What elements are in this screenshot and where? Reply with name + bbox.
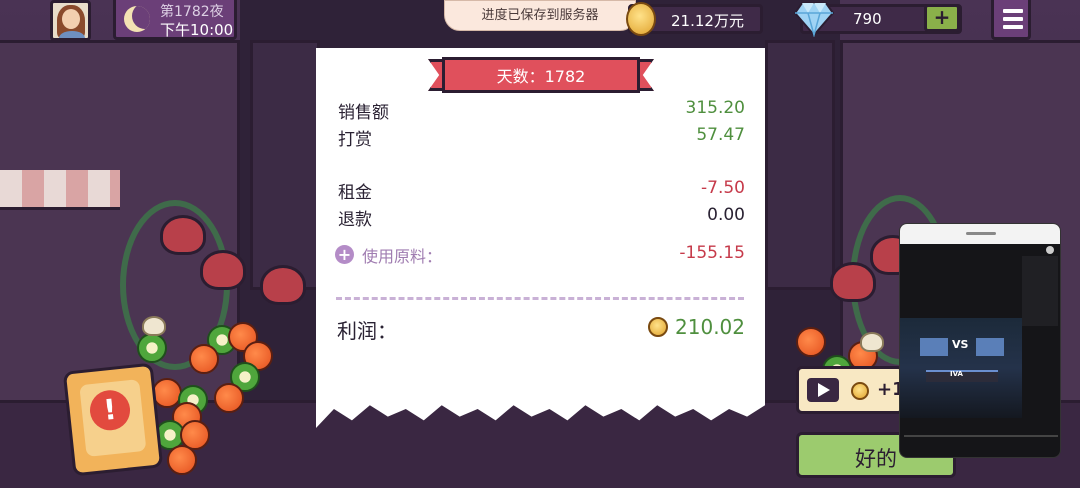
- diamond-icon: [794, 2, 834, 37]
- buy-gems-button[interactable]: +: [924, 4, 960, 32]
- video-frame: VS IVA: [900, 318, 1022, 418]
- day-label: 第1782夜: [160, 4, 224, 20]
- gem-value: 790: [853, 10, 882, 28]
- profit-value: 210.02: [675, 315, 745, 339]
- video-desk-label: IVA: [950, 370, 963, 378]
- ok-label: 好的: [855, 447, 897, 471]
- sales-value: 315.20: [685, 98, 745, 118]
- ingredients-value: -155.15: [679, 243, 745, 263]
- profit-label: 利润：: [337, 319, 397, 343]
- coin-icon: [851, 382, 869, 400]
- plus-icon: +: [933, 5, 951, 29]
- receipt-divider: [336, 297, 744, 300]
- video-drag-handle[interactable]: [900, 224, 1060, 244]
- video-progress-bar[interactable]: [904, 435, 1058, 437]
- close-icon[interactable]: [1046, 246, 1054, 254]
- tips-label: 打赏: [338, 130, 372, 150]
- refund-label: 退款: [338, 210, 372, 230]
- ribbon-day-count: 天数：1782: [496, 67, 586, 86]
- rent-label: 租金: [338, 183, 372, 203]
- video-vs-text: VS: [952, 338, 969, 351]
- alert-card-button[interactable]: !: [62, 362, 164, 477]
- tips-value: 57.47: [696, 125, 745, 145]
- coin-icon: [626, 2, 656, 36]
- save-toast: 进度已保存到服务器: [444, 0, 636, 31]
- play-video-icon: [807, 378, 839, 402]
- player-avatar-button[interactable]: [50, 0, 91, 41]
- sales-label: 销售额: [338, 103, 389, 123]
- refund-value: 0.00: [707, 205, 745, 225]
- rent-value: -7.50: [701, 178, 745, 198]
- time-label: 下午10:00: [160, 21, 234, 39]
- add-circle-icon[interactable]: +: [335, 245, 354, 264]
- money-value: 21.12万元: [671, 12, 744, 30]
- menu-button[interactable]: [991, 0, 1031, 40]
- day-ribbon: 天数：1782: [428, 57, 654, 95]
- day-time-panel: 第1782夜 下午10:00: [113, 0, 237, 40]
- ingredients-label[interactable]: 使用原料：: [362, 243, 442, 267]
- moon-icon: [124, 6, 150, 32]
- floating-video-window[interactable]: VS IVA: [899, 223, 1061, 458]
- watch-ad-button[interactable]: +1: [796, 366, 905, 414]
- coin-icon: [648, 317, 668, 337]
